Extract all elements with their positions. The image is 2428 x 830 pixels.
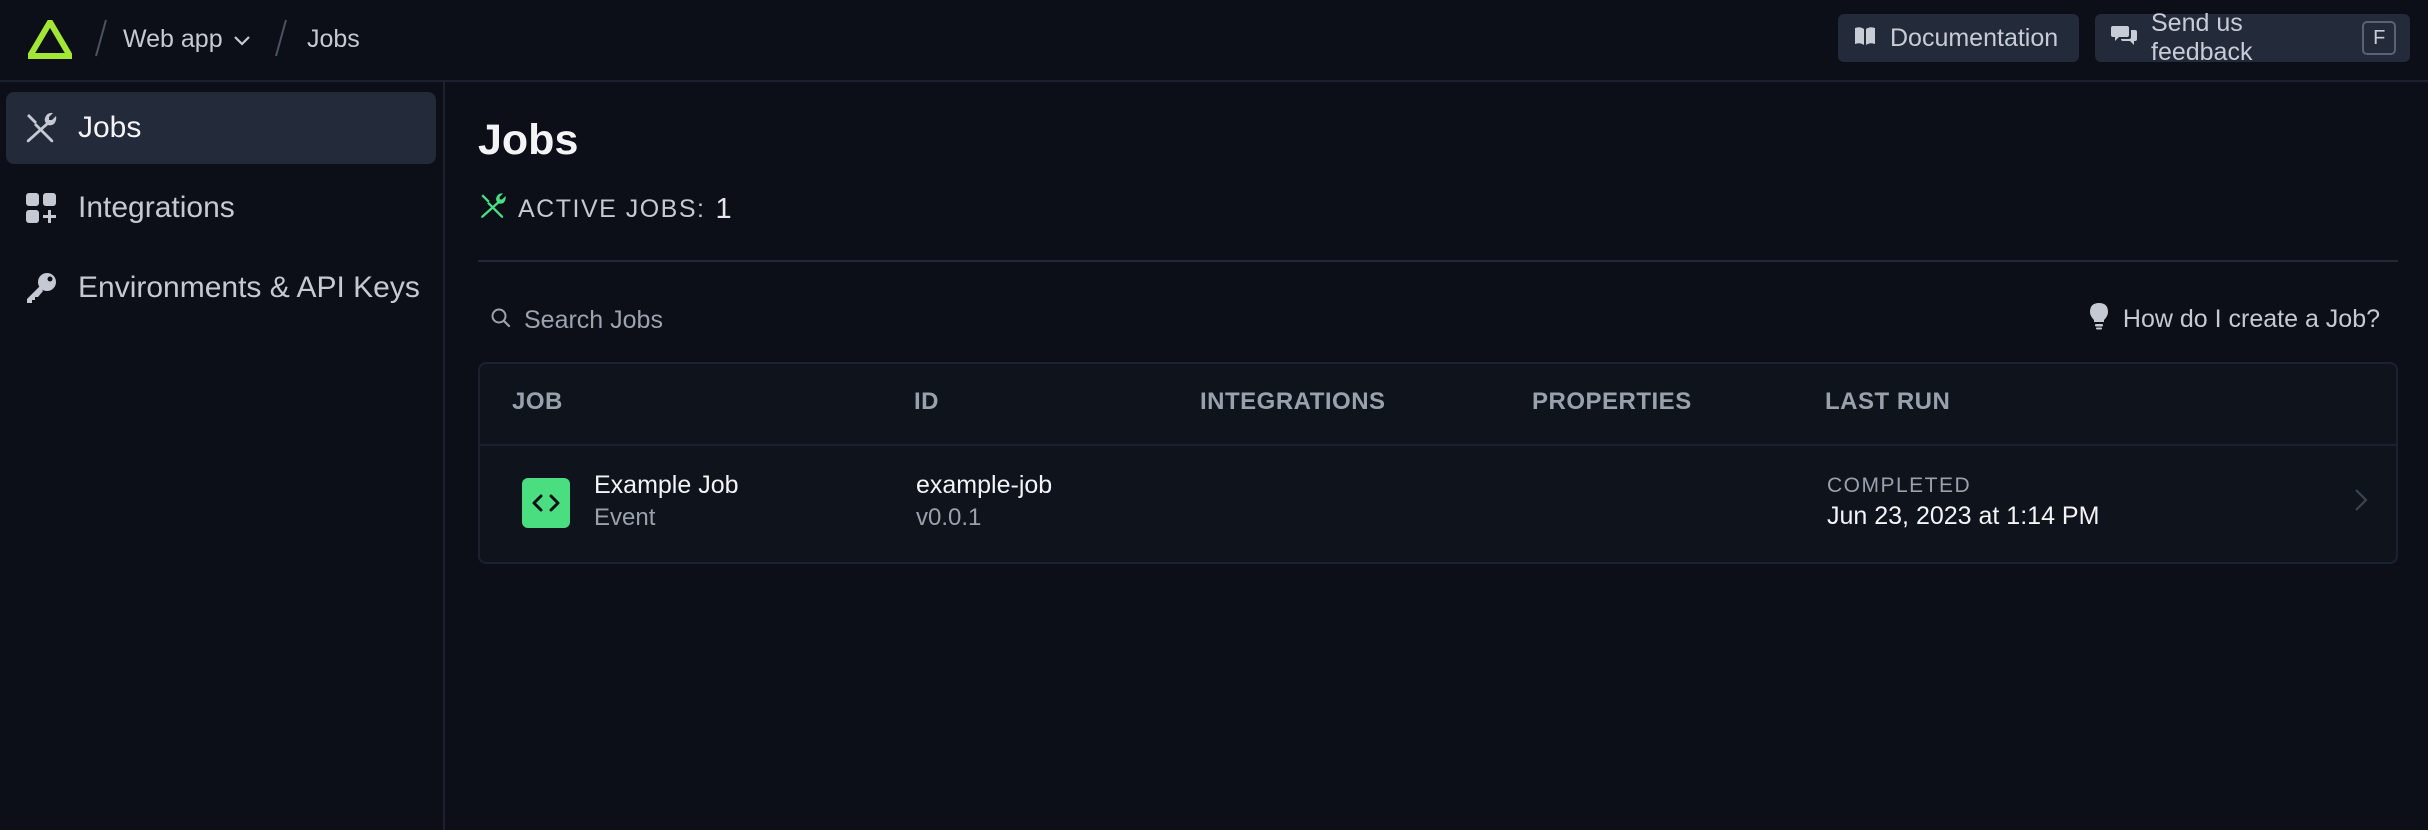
sidebar-item-label: Jobs (78, 111, 142, 144)
book-icon (1854, 24, 1876, 53)
table-row[interactable]: Example Job Event example-job v0.0.1 COM… (480, 446, 2396, 562)
sidebar-item-environments[interactable]: Environments & API Keys (6, 252, 436, 324)
project-name: Web app (123, 25, 223, 53)
active-jobs-count: 1 (715, 192, 732, 225)
active-jobs-label: ACTIVE JOBS: (518, 194, 706, 223)
documentation-button[interactable]: Documentation (1838, 14, 2079, 62)
chevron-right-icon (2354, 488, 2368, 517)
column-header-integrations[interactable]: INTEGRATIONS (1200, 388, 1386, 416)
send-feedback-button[interactable]: Send us feedback F (2095, 9, 2410, 66)
trigger-logo-icon[interactable] (24, 16, 76, 60)
sidebar-item-label: Environments & API Keys (78, 271, 420, 304)
job-trigger: Event (594, 504, 656, 531)
main-content: Jobs ACTIVE JOBS: 1 Search Jobs How do I… (478, 82, 2398, 830)
job-version: v0.0.1 (916, 504, 982, 531)
table-header: JOB ID INTEGRATIONS PROPERTIES LAST RUN (480, 364, 2396, 446)
help-link-label: How do I create a Job? (2122, 304, 2380, 333)
project-selector[interactable]: Web app (123, 22, 251, 56)
key-icon (22, 269, 60, 307)
sidebar: Jobs Integrations Environments & API Key… (0, 82, 445, 830)
code-icon (522, 478, 570, 528)
sidebar-item-label: Integrations (78, 191, 235, 224)
breadcrumb-separator (94, 18, 107, 58)
divider (478, 260, 2398, 262)
create-job-help-link[interactable]: How do I create a Job? (2089, 296, 2380, 342)
last-run-time: Jun 23, 2023 at 1:14 PM (1827, 502, 2100, 530)
active-jobs-summary: ACTIVE JOBS: 1 (478, 190, 732, 228)
page-title: Jobs (478, 116, 579, 164)
sidebar-item-integrations[interactable]: Integrations (6, 172, 436, 244)
last-run-status: COMPLETED (1827, 474, 1972, 497)
chat-bubbles-icon (2111, 24, 2137, 53)
breadcrumb-current-page[interactable]: Jobs (307, 22, 360, 56)
column-header-last-run[interactable]: LAST RUN (1825, 388, 1950, 416)
search-input[interactable] (522, 304, 1042, 336)
documentation-label: Documentation (1890, 23, 2059, 52)
chevron-down-icon (233, 22, 251, 56)
jobs-table: JOB ID INTEGRATIONS PROPERTIES LAST RUN … (478, 362, 2398, 564)
search-icon (490, 307, 512, 334)
column-header-properties[interactable]: PROPERTIES (1532, 388, 1692, 416)
squares-plus-icon (22, 189, 60, 227)
job-name: Example Job (594, 471, 739, 499)
search-jobs[interactable] (478, 296, 1078, 344)
job-id: example-job (916, 471, 1053, 499)
wrench-screwdriver-icon (22, 109, 60, 147)
sidebar-item-jobs[interactable]: Jobs (6, 92, 436, 164)
breadcrumb-separator (274, 18, 287, 58)
send-feedback-label: Send us feedback (2151, 9, 2253, 66)
lightbulb-icon (2089, 302, 2109, 337)
column-header-job[interactable]: JOB (512, 388, 563, 416)
keyboard-shortcut-badge: F (2362, 21, 2396, 55)
top-bar: Web app Jobs Documentation Send us feedb… (0, 0, 2428, 82)
column-header-id[interactable]: ID (914, 388, 939, 416)
wrench-screwdriver-icon (478, 191, 508, 228)
